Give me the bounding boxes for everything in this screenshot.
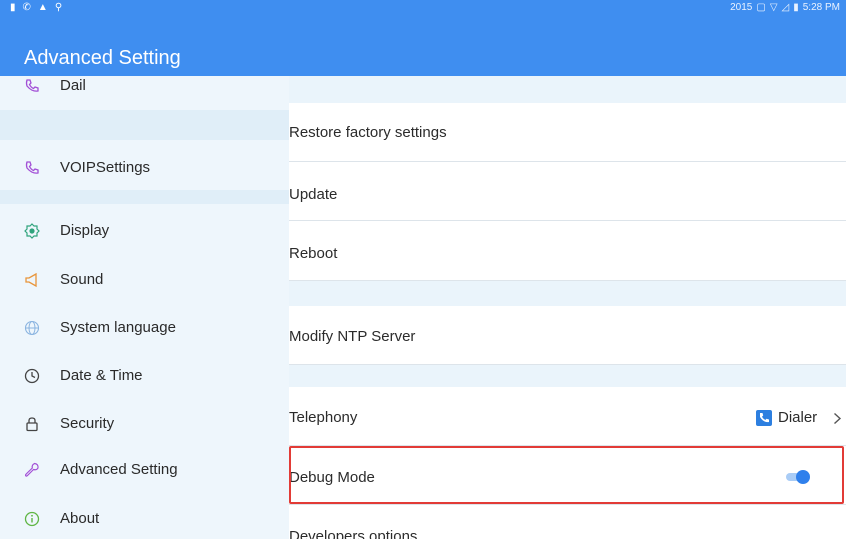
battery-icon: ▮	[793, 2, 799, 13]
debug-mode-row[interactable]: Debug Mode	[289, 446, 846, 505]
status-right: 2015 ▢ ▽ ◿ ▮ 5:28 PM	[730, 2, 840, 13]
section-divider	[289, 281, 846, 306]
globe-icon	[24, 320, 40, 336]
settings-list: Restore factory settings Update Reboot M…	[289, 76, 846, 539]
reboot-row[interactable]: Reboot	[289, 221, 846, 281]
sidebar-item-dail[interactable]: Dail	[0, 76, 289, 98]
row-label: Developers options	[289, 528, 418, 539]
info-icon	[24, 511, 40, 527]
row-label: Modify NTP Server	[289, 328, 416, 345]
app-bar: Advanced Setting	[0, 28, 846, 76]
signal-icon: ◿	[781, 2, 790, 13]
sidebar-item-date-time[interactable]: Date & Time	[0, 366, 289, 388]
status-text: 2015	[730, 2, 753, 13]
restore-factory-settings-row[interactable]: Restore factory settings	[289, 103, 846, 162]
phone-icon	[25, 79, 39, 92]
chevron-right-icon	[834, 412, 842, 425]
location-icon: ⚲	[54, 2, 63, 13]
phone-icon	[25, 161, 39, 174]
screen-icon: ▢	[756, 2, 766, 13]
sidebar-item-label: Security	[60, 415, 115, 432]
sidebar-item-about[interactable]: About	[0, 509, 289, 531]
sidebar-divider	[0, 190, 289, 204]
debug-mode-toggle[interactable]	[786, 470, 810, 484]
row-label: Reboot	[289, 245, 338, 262]
sidebar-item-label: Display	[60, 222, 110, 239]
clock-icon	[24, 368, 40, 384]
row-label: Update	[289, 186, 338, 203]
dialer-app-icon	[756, 410, 772, 426]
sidebar-item-system-language[interactable]: System language	[0, 318, 289, 340]
page-title: Advanced Setting	[24, 47, 181, 69]
sidebar-divider	[0, 110, 289, 140]
status-bar: ▮ ✆ ▲ ⚲ 2015 ▢ ▽ ◿ ▮ 5:28 PM	[0, 0, 846, 28]
lock-icon	[26, 417, 38, 432]
sidebar-item-voipsettings[interactable]: VOIPSettings	[0, 158, 289, 180]
section-divider	[289, 76, 846, 103]
sidebar-item-label: About	[60, 510, 100, 527]
sidebar: Dail VOIPSettings Display Sound System l…	[0, 76, 289, 539]
sidebar-item-label: System language	[60, 319, 176, 336]
section-divider	[289, 365, 846, 387]
telephony-value: Dialer	[778, 409, 818, 426]
call-icon: ✆	[22, 2, 31, 13]
wrench-icon	[24, 462, 39, 477]
sidebar-item-security[interactable]: Security	[0, 414, 289, 436]
sidebar-item-label: VOIPSettings	[60, 159, 151, 176]
row-label: Telephony	[289, 409, 358, 426]
clock-time: 5:28 PM	[802, 2, 840, 13]
modify-ntp-server-row[interactable]: Modify NTP Server	[289, 306, 846, 365]
sidebar-item-label: Date & Time	[60, 367, 143, 384]
speaker-icon	[25, 272, 37, 288]
sim-icon: ▮	[10, 2, 16, 13]
sidebar-item-display[interactable]: Display	[0, 221, 289, 243]
toggle-thumb	[796, 470, 810, 484]
telephony-row[interactable]: Telephony Dialer	[289, 387, 846, 446]
sidebar-item-label: Advanced Setting	[60, 461, 178, 478]
update-row[interactable]: Update	[289, 162, 846, 221]
status-left-icons: ▮ ✆ ▲ ⚲	[10, 2, 62, 13]
warning-icon: ▲	[37, 2, 48, 13]
wifi-icon: ▽	[769, 2, 778, 13]
sidebar-item-label: Sound	[60, 271, 104, 288]
sidebar-item-advanced-setting[interactable]: Advanced Setting	[0, 460, 289, 482]
sidebar-item-sound[interactable]: Sound	[0, 270, 289, 292]
brightness-icon	[24, 223, 40, 239]
row-label: Restore factory settings	[289, 124, 447, 141]
sidebar-item-label: Dail	[60, 77, 86, 94]
developers-options-row[interactable]: Developers options	[289, 505, 846, 539]
row-label: Debug Mode	[289, 469, 375, 486]
